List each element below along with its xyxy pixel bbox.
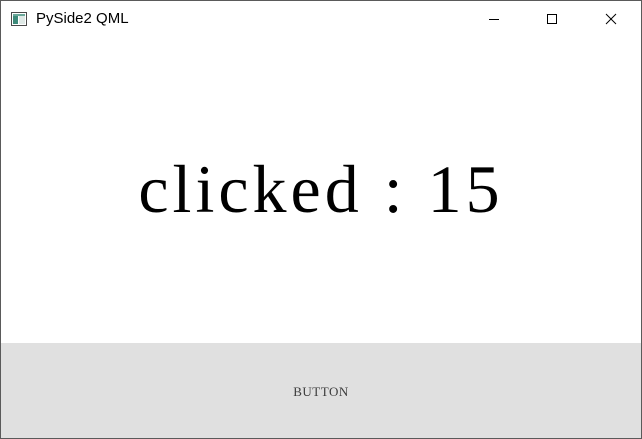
app-window: PySide2 QML clicked: 15 BUTTON — [0, 0, 642, 439]
maximize-button[interactable] — [523, 1, 581, 37]
minimize-icon — [488, 13, 500, 25]
close-button[interactable] — [582, 1, 640, 37]
window-title: PySide2 QML — [36, 10, 129, 27]
button-label: BUTTON — [293, 383, 349, 399]
click-counter-text: clicked : 15 — [138, 151, 504, 227]
qt-window-icon — [11, 11, 27, 27]
close-icon — [605, 13, 617, 25]
maximize-icon — [546, 13, 558, 25]
title-bar[interactable]: PySide2 QML — [1, 1, 641, 37]
minimize-button[interactable] — [465, 1, 523, 37]
main-content: clicked : 15 — [1, 37, 641, 343]
increment-button[interactable]: BUTTON — [1, 343, 641, 438]
